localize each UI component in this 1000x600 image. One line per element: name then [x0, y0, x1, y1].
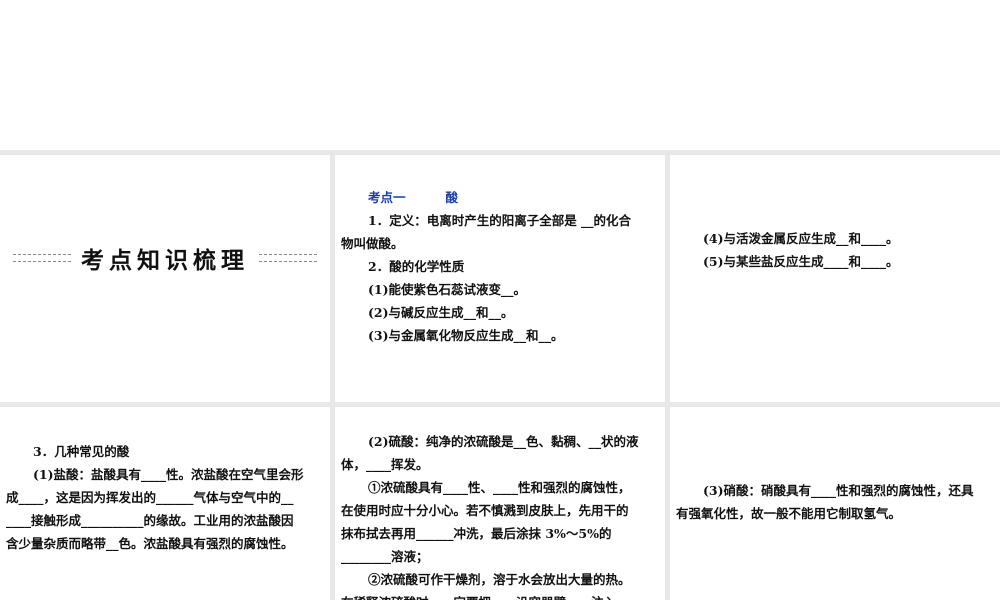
slide-thumbnail-4[interactable]: 3．几种常见的酸 (1)盐酸：盐酸具有____性。浓盐酸在空气里会形 成____… — [0, 407, 330, 600]
text-line: 3．几种常见的酸 — [33, 444, 130, 459]
text-line: (1)能使紫色石蕊试液变__。 — [368, 282, 527, 297]
slide-text: (4)与活泼金属反应生成__和____。 (5)与某些盐反应生成____和___… — [676, 227, 996, 273]
text-line: ____接触形成__________的缘故。工业用的浓盐酸因 — [6, 513, 294, 528]
text-line: 抹布拭去再用______冲洗，最后涂抹 3%～5%的 — [341, 526, 612, 541]
decorative-divider — [13, 254, 71, 262]
heading-label: 考点一 — [368, 190, 406, 205]
text-line: (1)盐酸：盐酸具有____性。浓盐酸在空气里会形 — [33, 467, 304, 482]
text-line: (5)与某些盐反应生成____和____。 — [703, 254, 899, 269]
slide-text: 3．几种常见的酸 (1)盐酸：盐酸具有____性。浓盐酸在空气里会形 成____… — [6, 440, 326, 555]
text-line: 在使用时应十分小心。若不慎溅到皮肤上，先用干的 — [341, 503, 629, 518]
text-line: 1．定义：电离时产生的阳离子全部是 __的化合 — [368, 213, 632, 228]
slide-text: 考点一 酸 1．定义：电离时产生的阳离子全部是 __的化合 物叫做酸。 2．酸的化… — [341, 186, 661, 347]
section-title: 考点知识梳理 — [0, 241, 330, 275]
decorative-divider — [259, 254, 317, 262]
text-line: 成____，这是因为挥发出的______气体与空气中的__ — [6, 490, 294, 505]
slide-thumbnail-1[interactable]: 考点知识梳理 — [0, 155, 330, 402]
text-line: 2．酸的化学性质 — [368, 259, 465, 274]
heading-topic: 酸 — [445, 190, 459, 205]
text-line: (4)与活泼金属反应生成__和____。 — [703, 231, 899, 246]
text-line: 含少量杂质而略带__色。浓盐酸具有强烈的腐蚀性。 — [6, 536, 294, 551]
text-line: ①浓硫酸具有____性、____性和强烈的腐蚀性， — [368, 480, 631, 495]
text-line: (2)与碱反应生成__和__。 — [368, 305, 514, 320]
slide-text: (2)硫酸：纯净的浓硫酸是__色、黏稠、__状的液 体，____挥发。 ①浓硫酸… — [341, 430, 661, 600]
slide-title: 考点知识梳理 — [81, 248, 249, 274]
slide-text: (3)硝酸：硝酸具有____性和强烈的腐蚀性，还具 有强氧化性，故一般不能用它制… — [676, 479, 996, 525]
slide-thumbnail-5[interactable]: (2)硫酸：纯净的浓硫酸是__色、黏稠、__状的液 体，____挥发。 ①浓硫酸… — [335, 407, 665, 600]
slide-heading: 考点一 酸 — [341, 186, 661, 209]
text-line: 有强氧化性，故一般不能用它制取氢气。 — [676, 506, 902, 521]
text-line: ②浓硫酸可作干燥剂，溶于水会放出大量的热。 — [368, 572, 631, 587]
text-line: 在稀释浓硫酸时，一定要把____沿容器壁____注入 — [341, 591, 661, 600]
text-line: (3)与金属氧化物反应生成__和__。 — [368, 328, 564, 343]
text-line: (3)硝酸：硝酸具有____性和强烈的腐蚀性，还具 — [703, 483, 974, 498]
text-line: 物叫做酸。 — [341, 236, 404, 251]
slide-thumbnail-2[interactable]: 考点一 酸 1．定义：电离时产生的阳离子全部是 __的化合 物叫做酸。 2．酸的化… — [335, 155, 665, 402]
slide-thumbnail-3[interactable]: (4)与活泼金属反应生成__和____。 (5)与某些盐反应生成____和___… — [670, 155, 1000, 402]
text-line: (2)硫酸：纯净的浓硫酸是__色、黏稠、__状的液 — [368, 434, 639, 449]
text-line: 体，____挥发。 — [341, 457, 429, 472]
slide-thumbnail-6[interactable]: (3)硝酸：硝酸具有____性和强烈的腐蚀性，还具 有强氧化性，故一般不能用它制… — [670, 407, 1000, 600]
text-line: ________溶液； — [341, 549, 429, 564]
